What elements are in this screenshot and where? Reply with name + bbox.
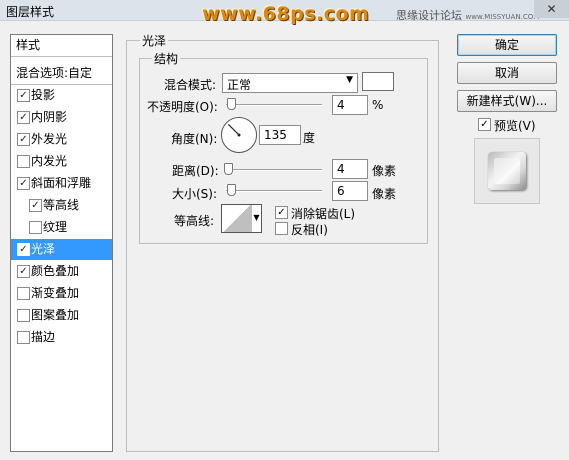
- blend-options-label: 混合选项:自定: [16, 66, 93, 80]
- style-item-label: 渐变叠加: [31, 286, 80, 300]
- contour-thumbnail[interactable]: [221, 204, 253, 233]
- contour-dropdown[interactable]: ▼: [252, 204, 262, 233]
- opacity-value: 4: [337, 98, 345, 112]
- style-preview: [474, 138, 540, 204]
- cancel-button[interactable]: 取消: [457, 62, 557, 84]
- invert-checkbox[interactable]: [275, 222, 288, 235]
- style-item-checkbox[interactable]: [17, 287, 30, 300]
- watermark-secondary-text: 思缘设计论坛: [396, 9, 462, 22]
- blend-mode-select[interactable]: 正常 ▼: [222, 73, 358, 93]
- preview-checkbox[interactable]: ✓: [478, 118, 491, 131]
- style-item-label: 纹理: [43, 220, 68, 234]
- chevron-down-icon: ▼: [253, 213, 260, 222]
- new-style-button[interactable]: 新建样式(W)...: [457, 90, 557, 112]
- close-icon: ✕: [546, 2, 557, 16]
- invert-label: 反相(I): [291, 223, 328, 237]
- blend-color-swatch[interactable]: [362, 72, 394, 91]
- style-list: 样式 混合选项:自定 ✓ 投影 ✓ 内阴影 ✓ 外发光 内发光 ✓ 斜面和浮雕 ✓ 等高线 纹理 ✓ 光泽…: [10, 34, 113, 452]
- preview-label: 预览(V): [494, 119, 536, 133]
- size-value: 6: [337, 184, 345, 198]
- style-item-checkbox[interactable]: ✓: [17, 177, 30, 190]
- contour-label: 等高线:: [174, 214, 215, 228]
- style-item-label: 等高线: [43, 198, 80, 212]
- style-item-checkbox[interactable]: ✓: [29, 199, 42, 212]
- chevron-down-icon: ▼: [346, 75, 353, 85]
- style-list-item[interactable]: ✓ 外发光: [11, 129, 112, 150]
- distance-input[interactable]: 4: [332, 159, 368, 179]
- blend-mode-label: 混合模式:: [164, 78, 217, 92]
- angle-dial[interactable]: [221, 117, 257, 153]
- style-list-item[interactable]: ✓ 等高线: [11, 195, 112, 216]
- style-item-label: 投影: [31, 88, 56, 102]
- style-item-checkbox[interactable]: [17, 155, 30, 168]
- size-input[interactable]: 6: [332, 181, 368, 201]
- opacity-label: 不透明度(O):: [147, 100, 218, 114]
- ok-button[interactable]: 确定: [457, 34, 557, 56]
- style-item-checkbox[interactable]: [17, 331, 30, 344]
- style-list-item[interactable]: ✓ 斜面和浮雕: [11, 173, 112, 194]
- opacity-unit: %: [372, 98, 384, 112]
- distance-slider-knob[interactable]: [224, 163, 233, 175]
- angle-label: 角度(N):: [171, 132, 218, 146]
- size-slider-knob[interactable]: [227, 184, 236, 196]
- blend-mode-value: 正常: [227, 78, 252, 92]
- style-list-item[interactable]: ✓ 内阴影: [11, 107, 112, 128]
- preview-swatch-core: [494, 158, 520, 184]
- satin-group-title: 光泽: [140, 32, 169, 49]
- distance-unit: 像素: [372, 164, 397, 178]
- angle-unit: 度: [303, 131, 316, 145]
- angle-input[interactable]: 135: [259, 125, 301, 145]
- opacity-slider-track[interactable]: [226, 104, 322, 106]
- style-list-item[interactable]: ✓ 光泽: [11, 239, 112, 260]
- size-unit: 像素: [372, 187, 397, 201]
- style-item-label: 斜面和浮雕: [31, 176, 92, 190]
- style-item-checkbox[interactable]: ✓: [17, 111, 30, 124]
- style-item-label: 外发光: [31, 132, 68, 146]
- structure-group-title: 结构: [152, 50, 181, 67]
- distance-slider-track[interactable]: [226, 169, 322, 171]
- style-item-checkbox[interactable]: ✓: [17, 265, 30, 278]
- opacity-slider-knob[interactable]: [226, 98, 236, 110]
- style-list-item[interactable]: 图案叠加: [11, 305, 112, 326]
- angle-value: 135: [264, 128, 287, 142]
- size-label: 大小(S):: [172, 187, 218, 201]
- close-button[interactable]: ✕: [534, 0, 569, 18]
- anti-alias-label: 消除锯齿(L): [291, 207, 356, 221]
- style-item-checkbox[interactable]: [29, 221, 42, 234]
- style-item-checkbox[interactable]: [17, 309, 30, 322]
- style-item-checkbox[interactable]: ✓: [17, 133, 30, 146]
- style-list-item[interactable]: 渐变叠加: [11, 283, 112, 304]
- style-list-header-label: 样式: [16, 38, 41, 52]
- style-list-item[interactable]: ✓ 颜色叠加: [11, 261, 112, 282]
- angle-dial-needle: [227, 123, 241, 137]
- style-list-header[interactable]: 样式: [11, 35, 112, 57]
- watermark-secondary: 思缘设计论坛 www.MISSYUAN.COM: [396, 7, 539, 23]
- style-item-label: 图案叠加: [31, 308, 80, 322]
- style-list-item[interactable]: 内发光: [11, 151, 112, 172]
- style-list-item[interactable]: ✓ 投影: [11, 85, 112, 106]
- watermark-logo: www.68ps.com: [202, 3, 370, 25]
- style-item-checkbox[interactable]: ✓: [17, 243, 30, 256]
- style-item-label: 内发光: [31, 154, 68, 168]
- title-bar: 图层样式 www.68ps.com 思缘设计论坛 www.MISSYUAN.CO…: [0, 0, 569, 25]
- distance-value: 4: [337, 162, 345, 176]
- style-item-label: 光泽: [31, 242, 56, 256]
- style-item-checkbox[interactable]: ✓: [17, 89, 30, 102]
- style-item-label: 颜色叠加: [31, 264, 80, 278]
- style-item-label: 描边: [31, 330, 56, 344]
- distance-label: 距离(D):: [172, 164, 219, 178]
- style-list-item[interactable]: 描边: [11, 327, 112, 348]
- anti-alias-checkbox[interactable]: ✓: [275, 206, 288, 219]
- opacity-input[interactable]: 4: [332, 95, 368, 115]
- window-title: 图层样式: [6, 5, 55, 19]
- size-slider-track[interactable]: [226, 190, 322, 192]
- blend-options-item[interactable]: 混合选项:自定: [11, 63, 112, 85]
- watermark-secondary-site: www.MISSYUAN.COM: [465, 13, 540, 21]
- style-item-label: 内阴影: [31, 110, 68, 124]
- preview-swatch: [488, 152, 526, 190]
- style-list-item[interactable]: 纹理: [11, 217, 112, 238]
